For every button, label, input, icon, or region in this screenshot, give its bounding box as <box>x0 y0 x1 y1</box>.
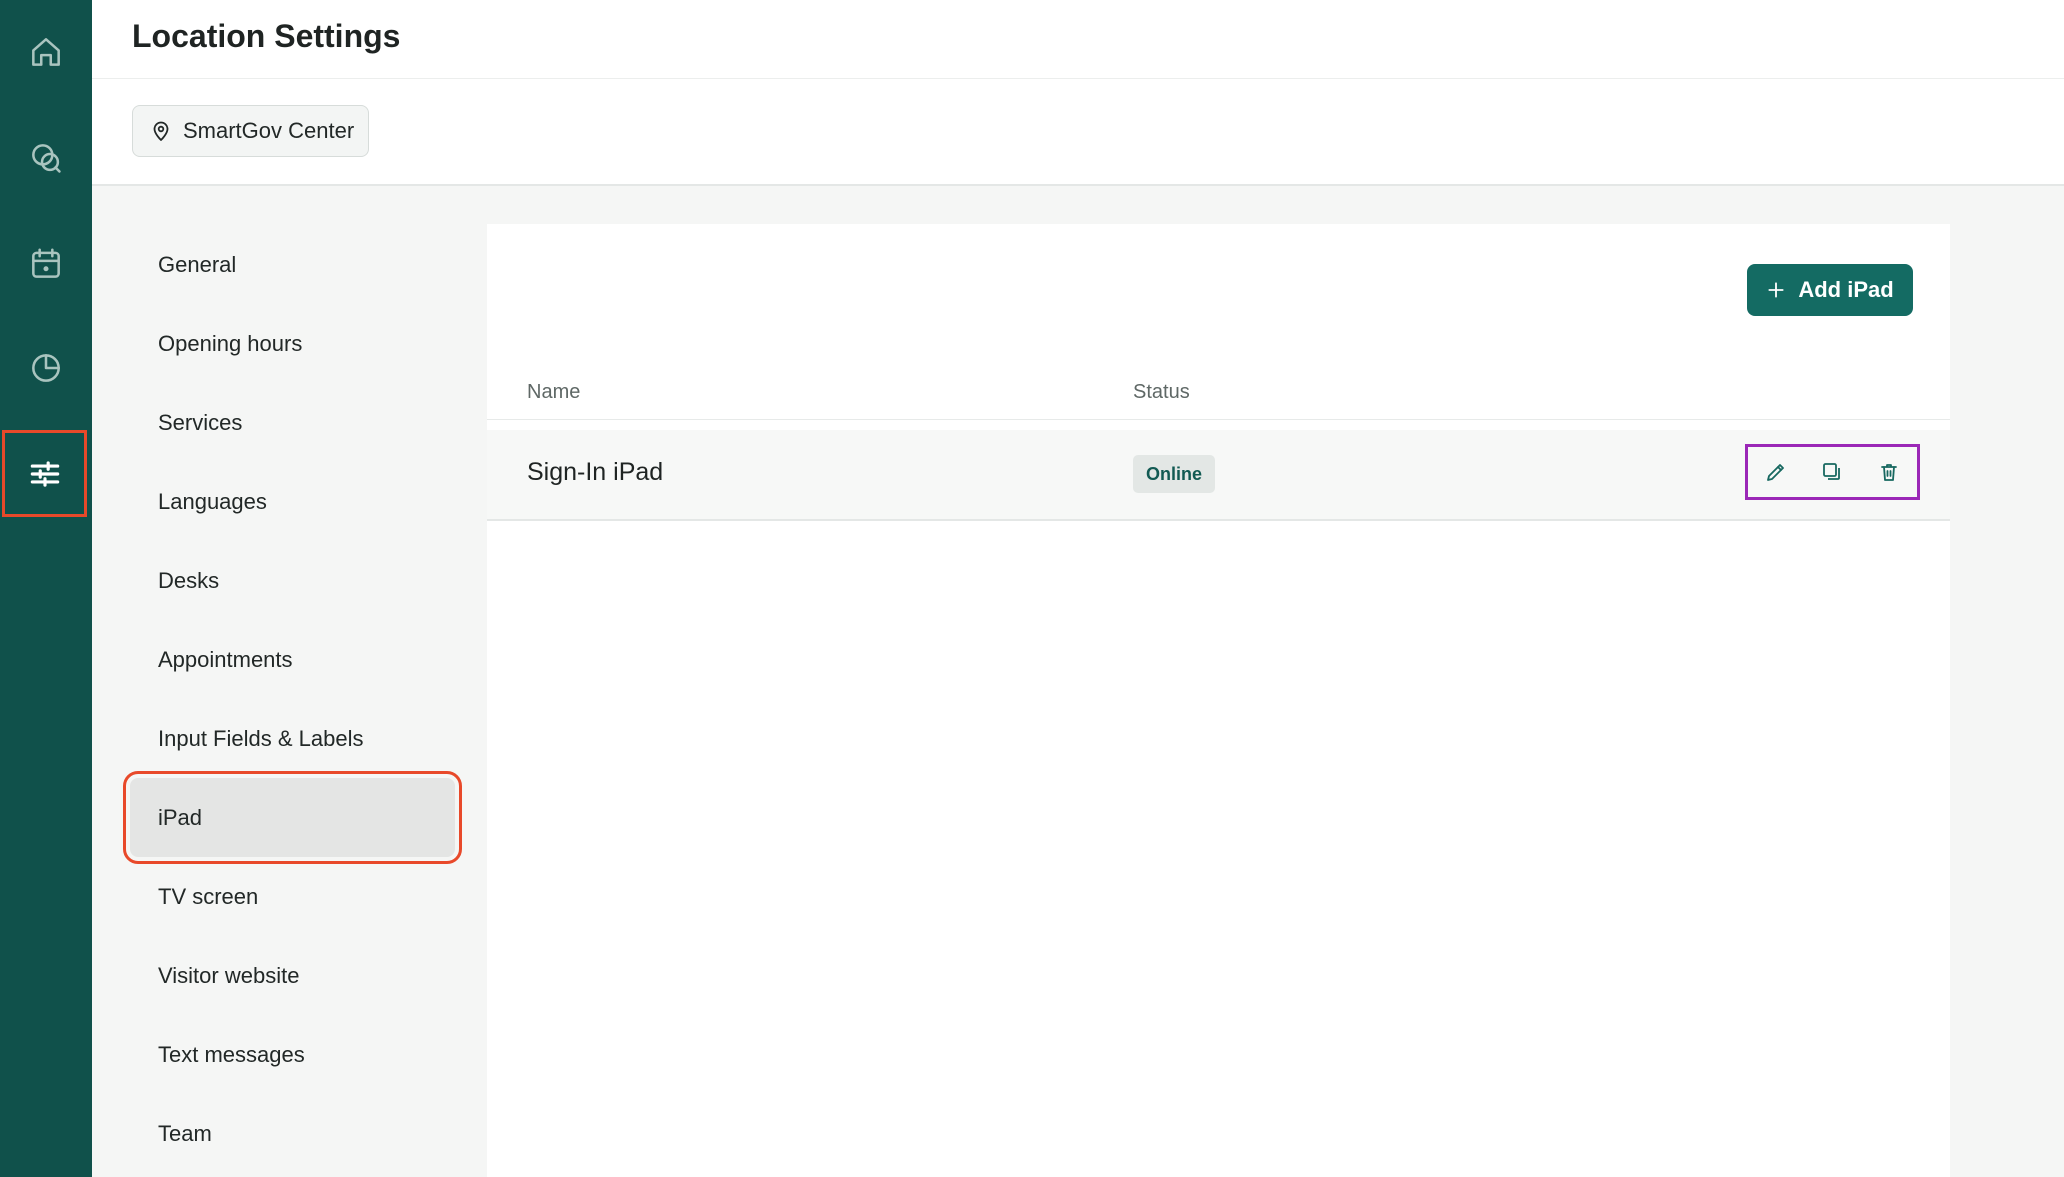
rail-calendar[interactable] <box>0 218 92 310</box>
page-header: Location Settings SmartGov Center <box>92 0 2064 186</box>
table-row[interactable]: Sign-In iPad Online <box>487 430 1950 521</box>
home-icon <box>32 38 60 66</box>
rail-home[interactable] <box>0 6 92 98</box>
rail-messages[interactable] <box>0 112 92 204</box>
sliders-icon <box>30 460 59 487</box>
settings-item-general[interactable]: General <box>130 225 455 304</box>
settings-item-services[interactable]: Services <box>130 383 455 462</box>
location-label: SmartGov Center <box>183 118 355 143</box>
edit-icon <box>1767 464 1785 481</box>
status-badge: Online <box>1133 455 1216 493</box>
location-selector[interactable]: SmartGov Center <box>132 105 370 157</box>
settings-item-desks[interactable]: Desks <box>130 541 455 620</box>
delete-button[interactable] <box>1871 454 1907 490</box>
table-header: Name Status <box>487 369 1950 420</box>
rail-statistics[interactable] <box>0 322 92 414</box>
duplicate-button[interactable] <box>1814 454 1850 490</box>
pie-chart-icon <box>32 354 60 382</box>
settings-item-tv-screen[interactable]: TV screen <box>130 857 455 936</box>
plus-icon <box>1768 282 1784 298</box>
settings-item-text-messages[interactable]: Text messages <box>130 1015 455 1094</box>
settings-item-appointments[interactable]: Appointments <box>130 620 455 699</box>
map-pin-icon <box>153 121 169 141</box>
calendar-icon <box>32 248 60 278</box>
settings-item-team[interactable]: Team <box>130 1094 455 1173</box>
settings-item-opening-hours[interactable]: Opening hours <box>130 304 455 383</box>
rail-settings[interactable] <box>2 430 87 517</box>
row-actions <box>1745 444 1920 500</box>
trash-icon <box>1880 464 1897 481</box>
settings-item-languages[interactable]: Languages <box>130 462 455 541</box>
add-ipad-label: Add iPad <box>1798 277 1894 302</box>
header-title-bar: Location Settings <box>92 0 2064 79</box>
column-header-name: Name <box>527 381 581 403</box>
settings-menu: General Opening hours Services Languages… <box>123 225 462 1173</box>
ipad-name: Sign-In iPad <box>527 458 664 486</box>
column-header-status: Status <box>1133 381 1190 403</box>
page-title: Location Settings <box>132 18 401 54</box>
settings-item-visitor-website[interactable]: Visitor website <box>130 936 455 1015</box>
ipad-panel: Add iPad Name Status Sign-In iPad Online <box>487 224 1950 1177</box>
navigation-rail <box>0 0 92 1177</box>
settings-item-ipad[interactable]: iPad <box>123 771 462 864</box>
add-ipad-button[interactable]: Add iPad <box>1747 264 1913 316</box>
edit-button[interactable] <box>1758 454 1794 490</box>
settings-item-input-fields[interactable]: Input Fields & Labels <box>130 699 455 778</box>
chat-icon <box>32 144 61 173</box>
duplicate-icon <box>1823 463 1841 480</box>
